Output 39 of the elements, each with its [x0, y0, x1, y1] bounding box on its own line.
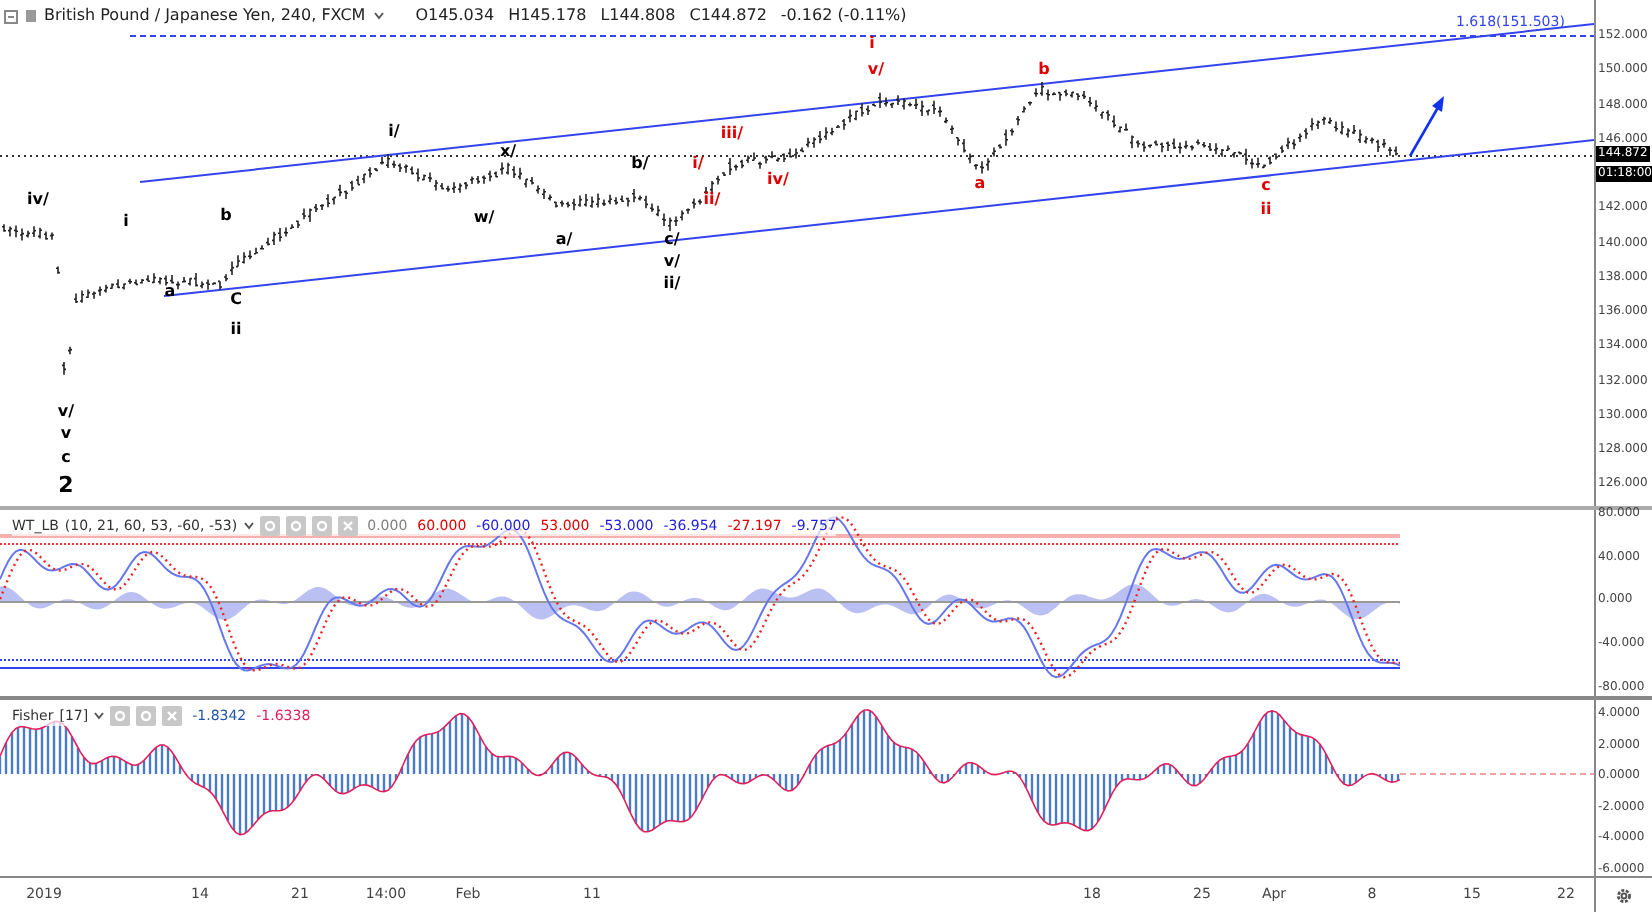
wave-label: ii/: [663, 276, 681, 292]
ohlc-value: C144.872: [689, 8, 767, 24]
wave-label: c: [1261, 178, 1271, 194]
wave-label: i/: [692, 156, 704, 172]
wave-label: w/: [473, 210, 495, 226]
wave-label: b: [220, 208, 232, 224]
caret-icon[interactable]: [373, 12, 384, 20]
caret-icon[interactable]: [243, 522, 254, 530]
wave-label: v/: [867, 62, 885, 78]
collapse-icon[interactable]: [4, 9, 18, 23]
wave-label: ii/: [703, 192, 721, 208]
close-icon[interactable]: [162, 706, 183, 726]
wave-label: i: [123, 214, 129, 230]
caret-icon[interactable]: [94, 712, 105, 720]
wave-label: C: [230, 292, 242, 308]
symbol-title[interactable]: British Pound / Japanese Yen, 240, FXCM: [44, 8, 366, 24]
wave-label: a: [974, 176, 986, 192]
wave-label: v/: [57, 404, 75, 420]
wave-label: v/: [663, 254, 681, 270]
wave-label: i: [869, 36, 875, 52]
wave-label: 2: [58, 474, 74, 496]
wave-label: ii: [1260, 202, 1272, 218]
wave-label: b: [1038, 62, 1050, 78]
wave-label: iv/: [27, 192, 49, 208]
wave-label: iv/: [767, 172, 789, 188]
ohlc-value: H145.178: [508, 8, 587, 24]
wave-label: b/: [631, 156, 649, 172]
price-change: -0.162 (-0.11%): [780, 8, 907, 24]
symbol-icon: [26, 10, 36, 22]
ohlc-value: L144.808: [600, 8, 676, 24]
wave-label: v: [60, 426, 72, 442]
wave-label: i/: [388, 124, 400, 140]
wave-label: a/: [555, 232, 573, 248]
close-icon[interactable]: [337, 516, 358, 536]
wave-label: c: [61, 450, 71, 466]
ohlc-value: O145.034: [415, 8, 495, 24]
wave-label: iii/: [720, 126, 744, 142]
wave-label: x/: [499, 144, 517, 160]
wave-label: ii: [230, 322, 242, 338]
